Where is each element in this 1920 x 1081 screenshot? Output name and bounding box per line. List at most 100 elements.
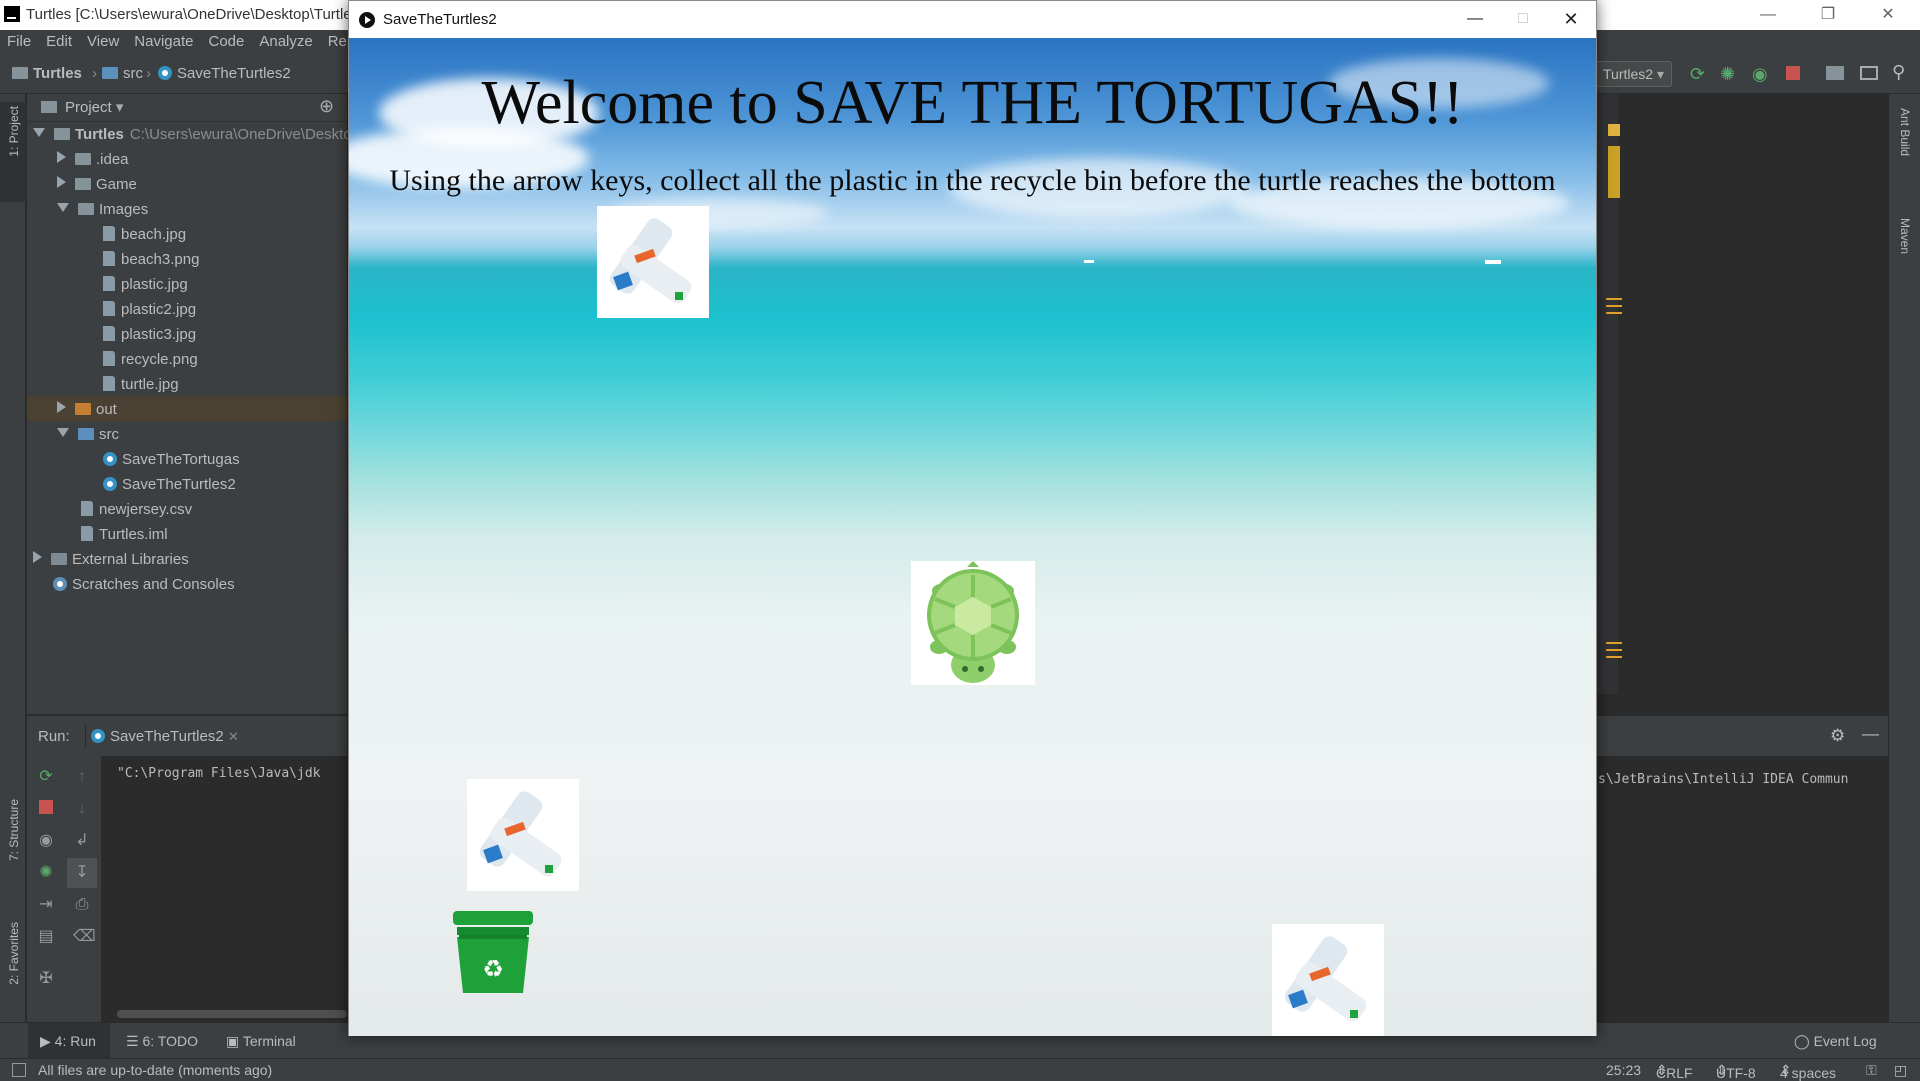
scroll-to-end-icon[interactable]: ↧: [67, 858, 97, 888]
menu-edit[interactable]: Edit: [39, 30, 80, 50]
status-toggle-icon[interactable]: [12, 1063, 26, 1077]
game-canvas[interactable]: Welcome to SAVE THE TORTUGAS!! Using the…: [349, 38, 1596, 1036]
tree-item[interactable]: beach3.png: [103, 247, 199, 272]
console-scrollbar[interactable]: [117, 1010, 347, 1018]
tree-item[interactable]: turtle.jpg: [103, 372, 179, 397]
terminal-tool-tab[interactable]: ▣ Terminal: [226, 1033, 296, 1050]
rerun-icon[interactable]: ⟳: [37, 768, 55, 786]
menu-view[interactable]: View: [80, 30, 127, 50]
favorites-tool-tab[interactable]: 2: Favorites: [7, 922, 21, 985]
breadcrumb-project[interactable]: Turtles: [12, 65, 82, 82]
tree-item[interactable]: Scratches and Consoles: [53, 572, 235, 597]
menu-file[interactable]: File: [0, 30, 39, 50]
camera-icon[interactable]: ◉: [37, 832, 55, 850]
plastic-bottles-sprite: [597, 206, 709, 318]
project-tool-tab[interactable]: 1: Project: [7, 106, 21, 157]
hide-panel-icon[interactable]: —: [1862, 724, 1879, 744]
line-separator[interactable]: CRLF ⇕: [1656, 1062, 1693, 1081]
lock-icon[interactable]: ⚿: [1866, 1062, 1877, 1079]
turtle-icon: [927, 561, 1019, 683]
ide-restore-button[interactable]: ❐: [1800, 0, 1856, 30]
search-everywhere-icon[interactable]: ⚲: [1892, 62, 1905, 83]
pin-icon[interactable]: ✠: [37, 970, 55, 988]
scratches-icon: [53, 577, 67, 591]
tree-item[interactable]: Turtles.iml: [81, 522, 168, 547]
stop-icon[interactable]: [39, 800, 53, 814]
todo-marker[interactable]: [1606, 298, 1622, 300]
file-encoding[interactable]: UTF-8 ⇕: [1716, 1062, 1756, 1081]
folder-icon: [75, 178, 91, 190]
project-view-select[interactable]: Project ▾: [65, 98, 123, 116]
coverage-icon[interactable]: ◉: [1752, 64, 1768, 85]
gear-icon[interactable]: ⚙: [1830, 726, 1845, 746]
folder-icon: [54, 128, 70, 140]
soft-wrap-icon[interactable]: ↲: [73, 832, 91, 850]
tree-item[interactable]: beach.jpg: [103, 222, 186, 247]
menu-analyze[interactable]: Analyze: [252, 30, 320, 50]
ide-title: Turtles [C:\Users\ewura\OneDrive\Desktop…: [26, 6, 364, 23]
rerun-icon[interactable]: ⟳: [1690, 64, 1705, 85]
todo-marker[interactable]: [1606, 642, 1622, 644]
tree-item[interactable]: SaveTheTortugas: [103, 447, 240, 472]
breadcrumb-class[interactable]: SaveTheTurtles2: [158, 65, 291, 82]
library-icon: [51, 553, 67, 565]
tree-item[interactable]: External Libraries: [33, 547, 189, 572]
tree-item[interactable]: src: [57, 422, 119, 447]
tree-item[interactable]: Game: [57, 172, 137, 197]
project-panel-header: Project ▾ ⊕: [27, 94, 347, 122]
image-file-icon: [103, 351, 115, 366]
folder-icon: [102, 67, 118, 79]
layout-icon[interactable]: [1860, 66, 1878, 80]
run-toolbar: ⟳ ↑ ↓ ◉ ↲ ✺ ↧ ⇥ ⎙ ▤ ⌫ ✠: [27, 756, 101, 1022]
debug-icon[interactable]: ✺: [37, 864, 55, 882]
locate-icon[interactable]: ⊕: [319, 96, 334, 117]
run-tab[interactable]: SaveTheTurtles2 ✕: [91, 728, 239, 745]
caret-position[interactable]: 25:23: [1606, 1062, 1641, 1078]
game-close-button[interactable]: ✕: [1543, 4, 1599, 34]
menu-navigate[interactable]: Navigate: [127, 30, 201, 50]
run-tool-tab[interactable]: ▶ 4: Run: [40, 1033, 96, 1050]
game-titlebar: SaveTheTurtles2 — □ ✕: [349, 1, 1596, 38]
layout-icon[interactable]: ▤: [37, 928, 55, 946]
todo-tool-tab[interactable]: ☰ 6: TODO: [126, 1033, 198, 1050]
indent-setting[interactable]: 4 spaces ⇕: [1780, 1062, 1836, 1081]
close-tab-icon[interactable]: ✕: [228, 729, 239, 744]
boat: [1084, 260, 1094, 263]
event-log-tab[interactable]: ◯ Event Log: [1794, 1033, 1877, 1050]
breadcrumb-src[interactable]: src: [102, 65, 143, 82]
right-area: Ant Build Maven ⚙ — s\JetBrains\IntelliJ…: [1590, 94, 1920, 1076]
image-file-icon: [103, 251, 115, 266]
structure-tool-tab[interactable]: 7: Structure: [7, 799, 21, 861]
ide-minimize-button[interactable]: —: [1740, 0, 1796, 30]
import-icon[interactable]: ⇥: [37, 896, 55, 914]
editor-area: [1606, 94, 1888, 694]
error-stripe[interactable]: [1608, 146, 1620, 198]
project-structure-icon[interactable]: [1826, 66, 1844, 80]
maven-tool-tab[interactable]: Maven: [1898, 218, 1912, 254]
tree-item[interactable]: Images: [57, 197, 148, 222]
tree-item[interactable]: .idea: [57, 147, 129, 172]
ide-close-button[interactable]: ✕: [1860, 0, 1916, 30]
tree-item[interactable]: plastic.jpg: [103, 272, 188, 297]
menu-code[interactable]: Code: [201, 30, 252, 50]
ant-build-tool-tab[interactable]: Ant Build: [1898, 108, 1912, 156]
tree-item[interactable]: SaveTheTurtles2: [103, 472, 236, 497]
welcome-heading: Welcome to SAVE THE TORTUGAS!!: [481, 69, 1464, 137]
memory-icon[interactable]: ◰: [1894, 1062, 1907, 1079]
up-arrow-icon[interactable]: ↑: [73, 768, 91, 786]
stop-icon[interactable]: [1786, 66, 1800, 80]
tree-root[interactable]: Turtles C:\Users\ewura\OneDrive\Deskto: [33, 122, 352, 147]
folder-icon: [78, 428, 94, 440]
down-arrow-icon[interactable]: ↓: [73, 800, 91, 818]
tree-item[interactable]: recycle.png: [103, 347, 198, 372]
run-config-select[interactable]: Turtles2 ▾: [1596, 61, 1672, 87]
trash-icon[interactable]: ⌫: [73, 928, 96, 946]
recycle-bin-icon: ♻: [453, 911, 533, 993]
tree-item[interactable]: newjersey.csv: [81, 497, 192, 522]
debug-icon[interactable]: ✺: [1720, 64, 1735, 85]
tree-item[interactable]: plastic2.jpg: [103, 297, 196, 322]
warning-marker[interactable]: [1608, 124, 1620, 136]
tree-item[interactable]: out: [57, 397, 117, 422]
tree-item[interactable]: plastic3.jpg: [103, 322, 196, 347]
print-icon[interactable]: ⎙: [73, 896, 91, 914]
